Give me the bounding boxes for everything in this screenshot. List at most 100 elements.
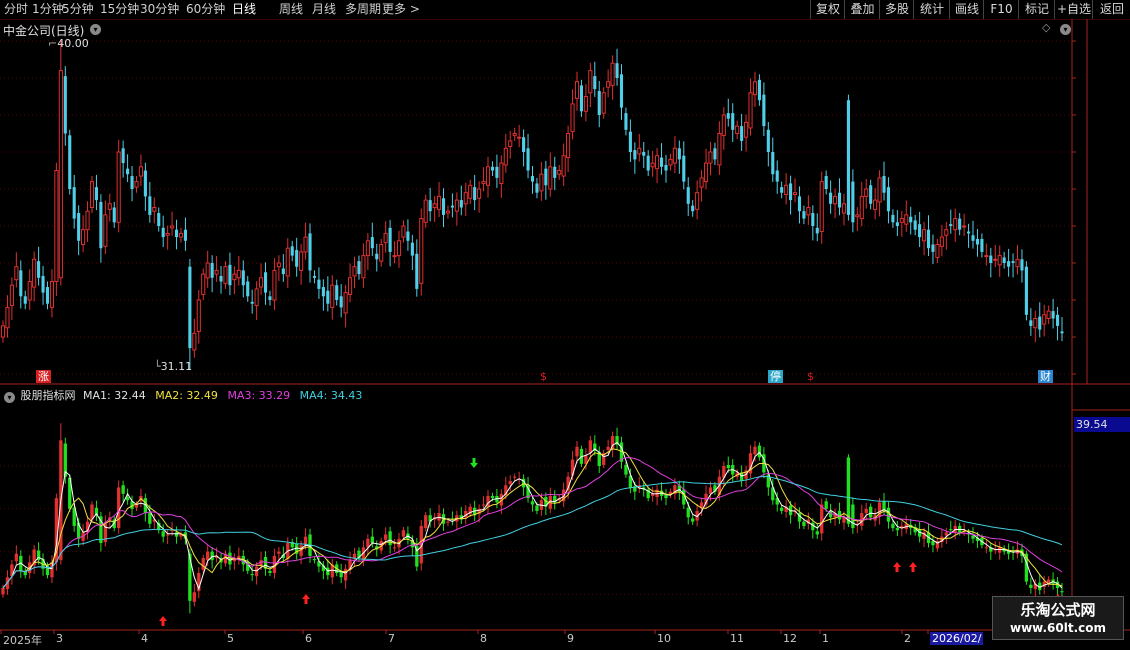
candle-body-down (918, 224, 922, 238)
ind-bar (691, 518, 695, 522)
buy-signal-arrow (302, 594, 310, 604)
ind-bar (437, 513, 441, 521)
candle-body-down (909, 216, 913, 223)
indicator-menu-icon[interactable]: ▾ (4, 392, 15, 403)
candle-body-up (343, 292, 348, 314)
candle-body-down (183, 229, 187, 241)
candle-body-down (1002, 257, 1006, 263)
time-axis-label: 3 (56, 632, 63, 645)
candle-body-down (895, 222, 899, 226)
candle-body-up (588, 70, 593, 94)
candle-body-down (143, 170, 147, 197)
candle-body-down (731, 113, 735, 130)
ind-bar (780, 507, 784, 511)
candle-body-up (1033, 318, 1038, 329)
candle-body-down (459, 200, 463, 208)
ma2-line (2, 448, 1063, 589)
candle-body-up (561, 155, 566, 177)
candle-body-up (348, 277, 353, 295)
candle-body-down (891, 214, 895, 223)
candle-body-down (628, 131, 632, 152)
ind-bar (570, 459, 575, 476)
event-marker-2[interactable]: 停 (768, 370, 783, 383)
candle-body-down (406, 231, 410, 241)
candle-body-up (259, 277, 264, 288)
candle-body-down (975, 238, 980, 245)
candle-body-down (633, 150, 637, 160)
candle-body-up (610, 62, 615, 86)
candle-body-up (116, 151, 121, 223)
ind-bar (891, 523, 895, 529)
candle-body-up (668, 158, 673, 166)
time-axis-label: 5 (227, 632, 234, 645)
candle-body-up (165, 232, 170, 236)
ind-bar (624, 464, 628, 475)
candle-body-up (806, 207, 811, 216)
candle-body-up (432, 203, 437, 209)
candle-body-down (757, 79, 761, 101)
candle-body-down (219, 275, 223, 282)
candle-body-up (379, 244, 384, 262)
candle-body-down (949, 224, 953, 226)
candle-body-up (792, 192, 798, 196)
candle-body-down (691, 205, 695, 212)
candle-body-up (735, 125, 740, 134)
ind-bar (820, 504, 824, 534)
candle-body-down (526, 148, 530, 171)
candle-body-down (926, 229, 931, 249)
ind-bar (846, 457, 851, 524)
ind-bar (490, 495, 495, 499)
candle-body-up (841, 203, 847, 214)
candle-body-down (740, 126, 744, 141)
candle-body-up (859, 195, 864, 220)
candle-body-down (450, 205, 454, 208)
candle-body-down (802, 211, 806, 219)
candle-body-down (815, 227, 819, 234)
candle-body-down (99, 201, 103, 249)
ind-bar (686, 507, 690, 518)
event-marker-4[interactable]: 财 (1038, 370, 1053, 383)
candle-body-down (72, 187, 76, 219)
candle-body-up (0, 325, 6, 338)
candle-body-up (58, 70, 63, 279)
candle-body-up (485, 166, 491, 186)
candle-body-up (134, 181, 139, 188)
time-axis-label: 2 (904, 632, 911, 645)
event-marker-0[interactable]: 涨 (36, 370, 51, 383)
candle-body-up (703, 162, 709, 183)
candle-body-up (655, 155, 660, 170)
candle-body-up (877, 177, 882, 203)
candle-body-down (357, 261, 361, 275)
candle-body-up (953, 218, 958, 231)
candle-body-up (606, 81, 611, 88)
candle-body-down (63, 76, 67, 134)
candle-body-up (784, 184, 789, 196)
candle-body-up (107, 203, 112, 210)
candle-body-down (713, 148, 717, 160)
candle-body-up (899, 218, 904, 223)
candle-body-down (121, 148, 125, 164)
ind-bar (802, 521, 806, 526)
ind-bar (513, 476, 517, 478)
candle-body-up (708, 151, 713, 164)
ma3-label: MA3: 33.29 (227, 389, 291, 402)
candle-body-down (157, 213, 161, 226)
candle-body-up (205, 262, 210, 279)
event-marker-3[interactable]: $ (805, 370, 816, 383)
event-marker-1[interactable]: $ (538, 370, 549, 383)
price-chart[interactable] (0, 0, 1130, 650)
candle-body-down (886, 187, 891, 212)
candle-body-up (85, 210, 90, 231)
candle-body-up (904, 214, 909, 225)
ind-bar (1060, 591, 1064, 593)
candle-body-down (326, 290, 330, 304)
ma3-line (2, 457, 1063, 589)
candle-body-up (1046, 310, 1051, 320)
ind-bar (664, 494, 668, 499)
candle-body-down (931, 244, 935, 252)
ind-bar (424, 515, 428, 529)
candle-body-down (851, 181, 855, 223)
candle-body-down (846, 100, 850, 215)
candle-body-up (1042, 314, 1047, 325)
ind-bar (201, 558, 205, 570)
